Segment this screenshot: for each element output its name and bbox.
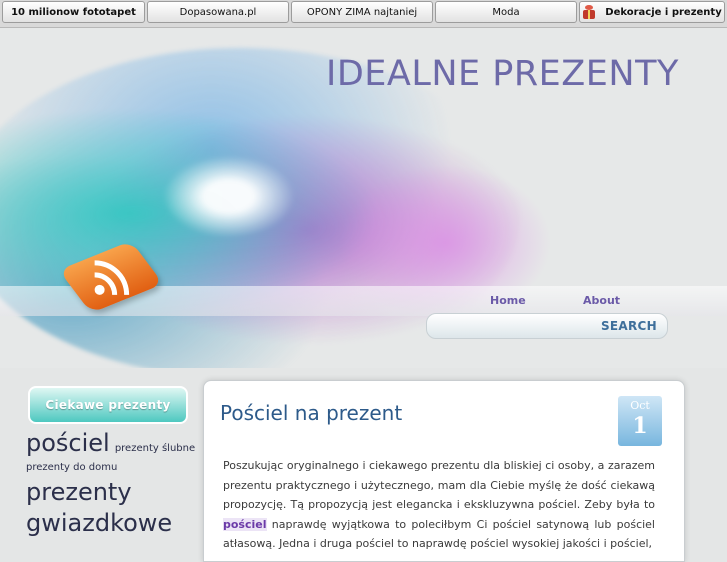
search-button[interactable]: SEARCH [601, 319, 657, 333]
post-body-text-1: Poszukując oryginalnego i ciekawego prez… [223, 459, 655, 511]
search-bar: SEARCH [426, 313, 668, 339]
post-date-month: Oct [630, 399, 650, 412]
tag-prezenty-do-domu[interactable]: prezenty do domu [26, 462, 117, 473]
toplink-moda[interactable]: Moda [435, 1, 577, 23]
tag-prezenty-slubne[interactable]: prezenty ślubne [115, 443, 195, 454]
rss-glyph [94, 260, 130, 296]
post-date-badge: Oct 1 [618, 396, 662, 446]
toplink-dekoracje[interactable]: Dekoracje i prezenty [579, 1, 725, 23]
gift-icon [582, 5, 596, 19]
search-input[interactable] [435, 318, 599, 337]
toplink-dopasowana[interactable]: Dopasowana.pl [147, 1, 289, 23]
nav-home[interactable]: Home [490, 294, 526, 307]
top-link-bar: 10 milionow fototapet Dopasowana.pl OPON… [0, 0, 727, 28]
sidebar-heading: Ciekawe prezenty [28, 386, 188, 424]
tag-posciel[interactable]: pościel [26, 429, 110, 457]
site-title: IDEALNE PREZENTY [326, 54, 679, 94]
tag-prezenty[interactable]: prezenty [26, 478, 132, 506]
tag-gwiazdkowe[interactable]: gwiazdkowe [26, 509, 172, 537]
tag-cloud: pościel prezenty ślubne prezenty do domu… [26, 430, 196, 536]
post-card: Pościel na prezent Oct 1 Poszukując oryg… [203, 380, 685, 562]
post-title[interactable]: Pościel na prezent [220, 401, 402, 425]
post-body-link-posciel[interactable]: pościel [223, 517, 267, 531]
post-date-day: 1 [632, 413, 648, 439]
post-body: Poszukując oryginalnego i ciekawego prez… [223, 456, 655, 554]
post-body-text-2: naprawdę wyjątkowa to poleciłbym Ci pośc… [223, 517, 655, 551]
toplink-opony[interactable]: OPONY ZIMA najtaniej [291, 1, 433, 23]
nav-about[interactable]: About [583, 294, 620, 307]
toplink-dekoracje-label: Dekoracje i prezenty [605, 6, 722, 18]
toplink-fototapety[interactable]: 10 milionow fototapet [2, 1, 145, 23]
